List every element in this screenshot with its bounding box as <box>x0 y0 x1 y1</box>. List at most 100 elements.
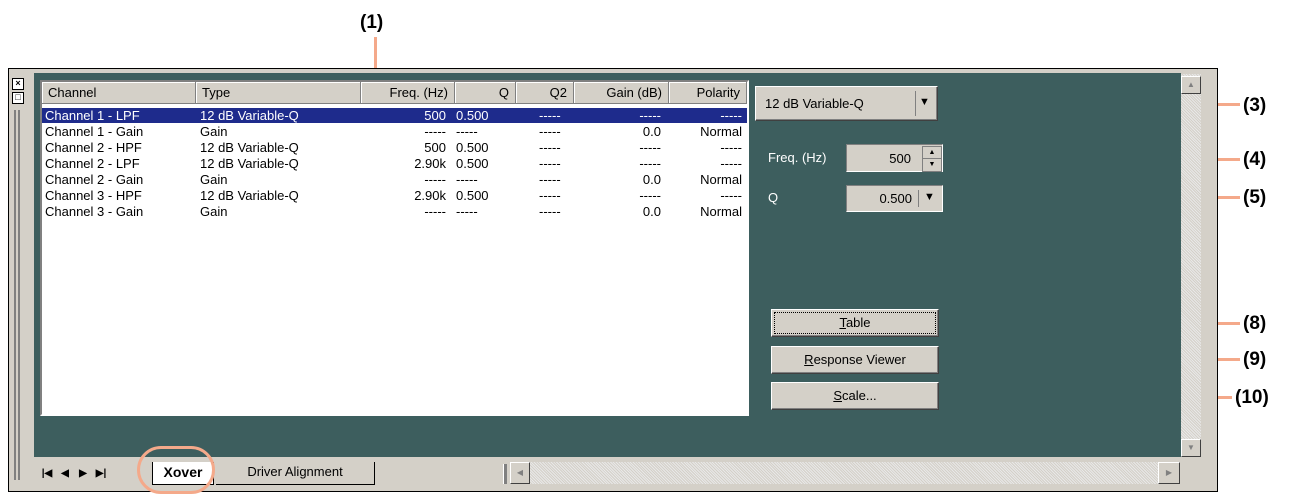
column-header-channel[interactable]: Channel <box>42 82 196 104</box>
chevron-down-icon: ▼ <box>919 96 930 108</box>
column-header-type[interactable]: Type <box>196 82 361 104</box>
horizontal-scrollbar[interactable] <box>510 462 1180 484</box>
cell-channel: Channel 2 - HPF <box>45 140 142 155</box>
column-header-gain[interactable]: Gain (dB) <box>574 82 669 104</box>
cell-polarity: ----- <box>720 188 742 203</box>
first-sheet-icon[interactable]: |◀ <box>40 465 54 483</box>
cell-gain: 0.0 <box>642 204 661 219</box>
cell-polarity: Normal <box>700 204 742 219</box>
cell-type: 12 dB Variable-Q <box>200 108 299 123</box>
cell-channel: Channel 1 - LPF <box>45 108 140 123</box>
filter-list[interactable]: Channel Type Freq. (Hz) Q Q2 Gain (dB) P… <box>40 80 749 416</box>
freq-spinner[interactable]: 500 ▲ ▼ <box>846 144 943 172</box>
cell-channel: Channel 2 - Gain <box>45 172 144 187</box>
cell-channel: Channel 2 - LPF <box>45 156 140 171</box>
cell-gain: 0.0 <box>642 172 661 187</box>
dropdown-divider <box>918 190 919 207</box>
table-row[interactable]: Channel 3 - Gain Gain ----- ----- ----- … <box>42 204 747 219</box>
cell-q: ----- <box>456 172 478 187</box>
next-sheet-icon[interactable]: ▶ <box>76 465 90 483</box>
callout-8: (8) <box>1243 313 1267 334</box>
cell-type: Gain <box>200 124 228 139</box>
cell-q2: ----- <box>539 188 561 203</box>
table-button[interactable]: Table <box>771 309 939 337</box>
cell-q2: ----- <box>539 140 561 155</box>
cell-freq: 500 <box>424 140 446 155</box>
cell-gain: ----- <box>639 140 661 155</box>
cell-q: 0.500 <box>456 156 489 171</box>
callout-3: (3) <box>1243 95 1267 116</box>
spin-down-icon[interactable]: ▼ <box>922 158 942 172</box>
cell-channel: Channel 3 - HPF <box>45 188 142 203</box>
callout-9: (9) <box>1243 349 1267 370</box>
callout-4: (4) <box>1243 149 1267 170</box>
chevron-down-icon: ▼ <box>924 191 935 203</box>
response-button-label: esponse Viewer <box>813 352 906 367</box>
cell-type: Gain <box>200 172 228 187</box>
table-row[interactable]: Channel 2 - Gain Gain ----- ----- ----- … <box>42 172 747 187</box>
close-icon[interactable]: × <box>12 78 24 90</box>
cell-freq: ----- <box>424 204 446 219</box>
cell-channel: Channel 3 - Gain <box>45 204 144 219</box>
cell-gain: ----- <box>639 188 661 203</box>
tab-splitter[interactable] <box>503 464 507 484</box>
cell-q2: ----- <box>539 108 561 123</box>
cell-type: 12 dB Variable-Q <box>200 140 299 155</box>
cell-q2: ----- <box>539 204 561 219</box>
cell-freq: 500 <box>424 108 446 123</box>
table-row[interactable]: Channel 2 - HPF 12 dB Variable-Q 500 0.5… <box>42 140 747 155</box>
cell-type: Gain <box>200 204 228 219</box>
cell-polarity: ----- <box>720 108 742 123</box>
cell-gain: ----- <box>639 108 661 123</box>
cell-q2: ----- <box>539 172 561 187</box>
splitter-grip-2 <box>18 110 20 480</box>
table-row[interactable]: Channel 1 - Gain Gain ----- ----- ----- … <box>42 124 747 139</box>
scale-button-hotkey: S <box>833 388 842 403</box>
q-value: 0.500 <box>879 191 912 206</box>
column-header-freq[interactable]: Freq. (Hz) <box>361 82 455 104</box>
cell-polarity: ----- <box>720 156 742 171</box>
table-row[interactable]: Channel 3 - HPF 12 dB Variable-Q 2.90k 0… <box>42 188 747 203</box>
cell-q: ----- <box>456 124 478 139</box>
splitter-grip[interactable] <box>14 110 16 480</box>
vertical-scrollbar[interactable] <box>1181 74 1201 457</box>
last-sheet-icon[interactable]: ▶| <box>94 465 108 483</box>
callout-10: (10) <box>1235 387 1269 408</box>
table-button-label: able <box>845 315 871 330</box>
q-dropdown[interactable]: 0.500 ▼ <box>846 185 943 212</box>
dropdown-divider <box>915 91 916 116</box>
cell-q: 0.500 <box>456 188 489 203</box>
callout-1: (1) <box>360 12 384 33</box>
cell-q2: ----- <box>539 124 561 139</box>
scale-button[interactable]: Scale... <box>771 382 939 410</box>
cell-polarity: ----- <box>720 140 742 155</box>
q-label: Q <box>768 190 779 205</box>
filter-type-dropdown[interactable]: 12 dB Variable-Q ▼ <box>755 86 938 121</box>
freq-label: Freq. (Hz) <box>768 150 827 165</box>
table-row-selected[interactable]: Channel 1 - LPF 12 dB Variable-Q 500 0.5… <box>42 108 747 123</box>
cell-q2: ----- <box>539 156 561 171</box>
freq-value: 500 <box>889 151 911 166</box>
cell-q: 0.500 <box>456 108 489 123</box>
cell-gain: 0.0 <box>642 124 661 139</box>
callout-5: (5) <box>1243 187 1267 208</box>
cell-freq: 2.90k <box>414 188 446 203</box>
tab-highlight-circle <box>137 446 215 494</box>
column-header-q2[interactable]: Q2 <box>516 82 574 104</box>
table-row[interactable]: Channel 2 - LPF 12 dB Variable-Q 2.90k 0… <box>42 156 747 171</box>
cell-polarity: Normal <box>700 124 742 139</box>
restore-icon[interactable]: □ <box>12 92 24 104</box>
prev-sheet-icon[interactable]: ◀ <box>58 465 72 483</box>
response-viewer-button[interactable]: Response Viewer <box>771 346 939 374</box>
column-header-q[interactable]: Q <box>455 82 516 104</box>
cell-gain: ----- <box>639 156 661 171</box>
scroll-right-icon[interactable]: ▶ <box>1158 462 1180 484</box>
cell-type: 12 dB Variable-Q <box>200 188 299 203</box>
column-header-polarity[interactable]: Polarity <box>669 82 747 104</box>
cell-polarity: Normal <box>700 172 742 187</box>
tab-driver-alignment[interactable]: Driver Alignment <box>216 462 375 485</box>
cell-freq: ----- <box>424 124 446 139</box>
scroll-up-icon[interactable]: ▲ <box>1181 76 1201 94</box>
scroll-down-icon[interactable]: ▼ <box>1181 439 1201 457</box>
scroll-left-icon[interactable]: ◀ <box>510 462 530 484</box>
